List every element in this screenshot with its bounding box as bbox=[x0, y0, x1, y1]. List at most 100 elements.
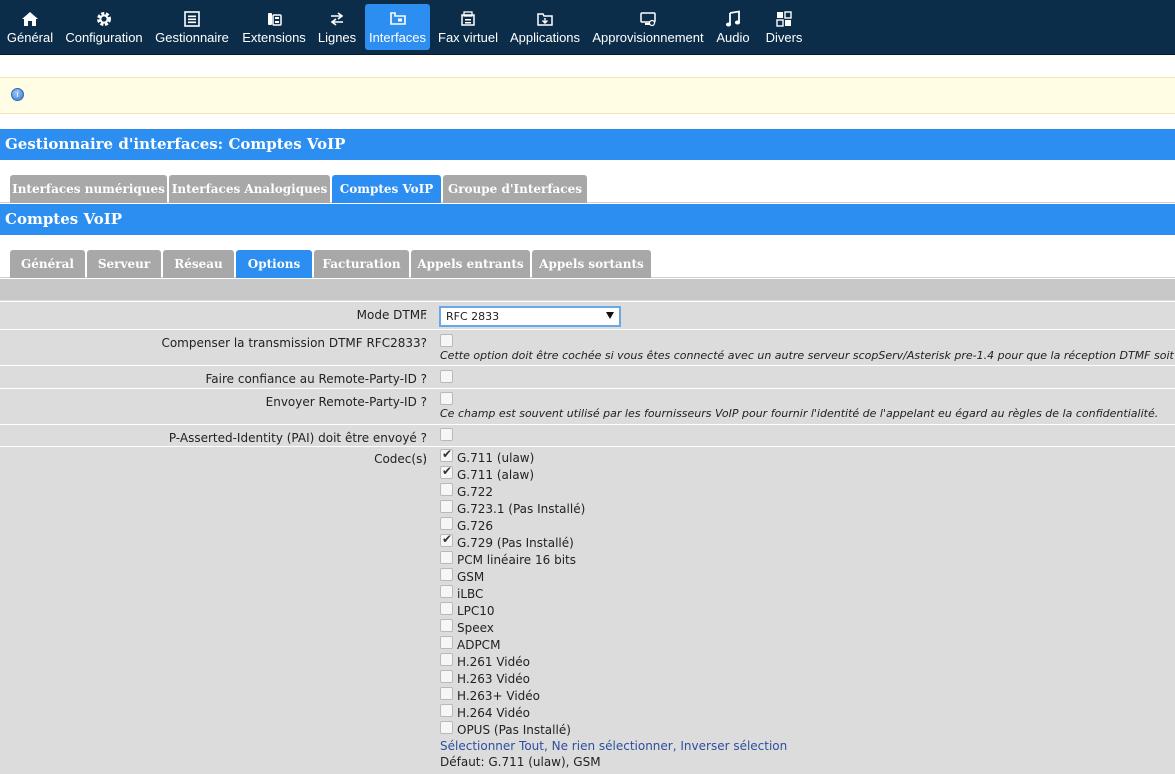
codec-label: H.261 Vidéo bbox=[457, 655, 530, 669]
nav-item-gestionnaire[interactable]: Gestionnaire bbox=[154, 6, 230, 50]
section-title: Comptes VoIP bbox=[0, 204, 1175, 235]
chevron-down-icon bbox=[606, 312, 614, 319]
codec-checkbox[interactable] bbox=[440, 619, 453, 632]
codec-label: GSM bbox=[457, 570, 485, 584]
gear-icon bbox=[97, 12, 111, 26]
nav-item-approvisionnement[interactable]: Approvisionnement bbox=[592, 6, 704, 50]
invert-selection-link[interactable]: Inverser sélection bbox=[680, 739, 787, 753]
codec-checkbox[interactable] bbox=[440, 721, 453, 734]
interfaces-icon bbox=[389, 12, 406, 25]
compensate-dtmf-label: Compenser la transmission DTMF RFC2833? bbox=[161, 336, 427, 350]
nav-item-audio[interactable]: Audio bbox=[714, 6, 752, 50]
codec-checkbox[interactable] bbox=[440, 687, 453, 700]
codec-checkbox[interactable] bbox=[440, 653, 453, 666]
nav-item-label: Gestionnaire bbox=[155, 30, 229, 45]
nav-item-extensions[interactable]: Extensions bbox=[242, 6, 306, 50]
codec-checkbox[interactable] bbox=[440, 532, 453, 547]
codec-checkbox[interactable] bbox=[440, 568, 453, 581]
nav-item-label: Audio bbox=[716, 30, 750, 45]
tab-serveur[interactable]: Serveur bbox=[87, 250, 161, 278]
tab-interfaces-analogiques[interactable]: Interfaces Analogiques bbox=[169, 175, 330, 203]
trust-rpid-label: Faire confiance au Remote-Party-ID ? bbox=[205, 372, 428, 386]
page-title: Gestionnaire d'interfaces: Comptes VoIP bbox=[0, 129, 1175, 160]
tab-general[interactable]: Général bbox=[10, 250, 85, 278]
dtmf-mode-label: Mode DTMF bbox=[356, 308, 427, 322]
row-send-rpid: Envoyer Remote-Party-ID ? Ce champ est s… bbox=[0, 388, 1175, 424]
codec-checkbox[interactable] bbox=[440, 483, 453, 496]
codec-checkbox[interactable] bbox=[440, 464, 453, 479]
form-header-band bbox=[0, 279, 1175, 300]
send-rpid-label: Envoyer Remote-Party-ID ? bbox=[265, 395, 427, 409]
top-navigation: Général Configuration Gestionnaire Exten… bbox=[0, 0, 1175, 55]
dtmf-mode-value: RFC 2833 bbox=[446, 310, 500, 323]
codec-checkbox[interactable] bbox=[440, 447, 453, 462]
codec-label: H.263 Vidéo bbox=[457, 672, 530, 686]
codec-label: H.264 Vidéo bbox=[457, 706, 530, 720]
nav-item-divers[interactable]: Divers bbox=[762, 6, 806, 50]
applications-icon bbox=[537, 13, 553, 26]
nav-item-label: Approvisionnement bbox=[592, 30, 704, 45]
tab-appels-entrants[interactable]: Appels entrants bbox=[411, 250, 530, 278]
row-pai: P-Asserted-Identity (PAI) doit être envo… bbox=[0, 424, 1175, 446]
sub-tabs: Général Serveur Réseau Options Facturati… bbox=[0, 250, 1175, 278]
info-banner: i bbox=[0, 77, 1175, 114]
pai-label: P-Asserted-Identity (PAI) doit être envo… bbox=[168, 431, 427, 445]
nav-item-general[interactable]: Général bbox=[5, 6, 55, 50]
codec-checkbox[interactable] bbox=[440, 704, 453, 717]
nav-item-label: Extensions bbox=[242, 30, 306, 45]
tab-facturation[interactable]: Facturation bbox=[314, 250, 409, 278]
codec-label: G.723.1 (Pas Installé) bbox=[457, 502, 586, 516]
select-none-link[interactable]: Ne rien sélectionner bbox=[552, 739, 673, 753]
phone-icon bbox=[268, 13, 282, 26]
tab-groupe-interfaces[interactable]: Groupe d'Interfaces bbox=[443, 175, 587, 203]
nav-item-interfaces[interactable]: Interfaces bbox=[365, 4, 430, 50]
codec-checkbox[interactable] bbox=[440, 636, 453, 649]
codec-label: ADPCM bbox=[457, 638, 501, 652]
nav-item-lignes[interactable]: Lignes bbox=[316, 6, 358, 50]
tab-reseau[interactable]: Réseau bbox=[163, 250, 234, 278]
codec-label: Speex bbox=[457, 621, 494, 635]
nav-item-label: Lignes bbox=[317, 30, 357, 45]
nav-item-label: Fax virtuel bbox=[438, 30, 498, 45]
codec-label: H.263+ Vidéo bbox=[457, 689, 541, 703]
compensate-dtmf-note: Cette option doit être cochée si vous êt… bbox=[440, 349, 1175, 362]
main-tabs: Interfaces numériques Interfaces Analogi… bbox=[0, 175, 1175, 203]
nav-item-label: Général bbox=[6, 30, 54, 45]
nav-item-fax[interactable]: Fax virtuel bbox=[438, 6, 498, 50]
pai-checkbox[interactable] bbox=[440, 428, 453, 441]
row-codecs: Codec(s) : bbox=[0, 446, 1175, 774]
codec-checkbox[interactable] bbox=[440, 670, 453, 683]
nav-item-configuration[interactable]: Configuration bbox=[64, 6, 144, 50]
codec-checkbox[interactable] bbox=[440, 585, 453, 598]
info-icon[interactable]: i bbox=[11, 88, 24, 101]
send-rpid-checkbox[interactable] bbox=[440, 392, 453, 405]
trust-rpid-checkbox[interactable] bbox=[440, 370, 453, 383]
list-icon bbox=[184, 11, 200, 27]
send-rpid-note: Ce champ est souvent utilisé par les fou… bbox=[440, 407, 1159, 420]
provisioning-icon bbox=[640, 12, 656, 27]
tab-options[interactable]: Options bbox=[236, 250, 312, 278]
codecs-default-text: Défaut: G.711 (ulaw), GSM bbox=[440, 755, 601, 769]
select-all-link[interactable]: Sélectionner Tout bbox=[440, 739, 544, 753]
codec-label: OPUS (Pas Installé) bbox=[457, 723, 571, 737]
nav-item-applications[interactable]: Applications bbox=[508, 6, 582, 50]
dtmf-mode-select[interactable]: RFC 2833 bbox=[439, 306, 621, 327]
codec-checkbox[interactable] bbox=[440, 551, 453, 564]
fax-icon bbox=[461, 11, 475, 26]
nav-item-label: Interfaces bbox=[368, 30, 427, 45]
codec-label: PCM linéaire 16 bits bbox=[457, 553, 576, 567]
tab-comptes-voip[interactable]: Comptes VoIP bbox=[332, 175, 441, 203]
row-trust-rpid: Faire confiance au Remote-Party-ID ? bbox=[0, 365, 1175, 388]
music-icon bbox=[725, 10, 741, 27]
codec-checkbox[interactable] bbox=[440, 500, 453, 513]
tab-interfaces-numeriques[interactable]: Interfaces numériques bbox=[10, 175, 167, 203]
codec-checkbox[interactable] bbox=[440, 517, 453, 530]
nav-item-label: Configuration bbox=[65, 30, 143, 45]
row-compensate-dtmf: Compenser la transmission DTMF RFC2833? … bbox=[0, 329, 1175, 365]
compensate-dtmf-checkbox[interactable] bbox=[440, 334, 453, 347]
codec-checkbox[interactable] bbox=[440, 602, 453, 615]
tab-appels-sortants[interactable]: Appels sortants bbox=[532, 250, 651, 278]
nav-item-label: Applications bbox=[509, 30, 581, 45]
codec-label: G.711 (alaw) bbox=[457, 468, 535, 482]
codec-label: G.711 (ulaw) bbox=[457, 451, 535, 465]
